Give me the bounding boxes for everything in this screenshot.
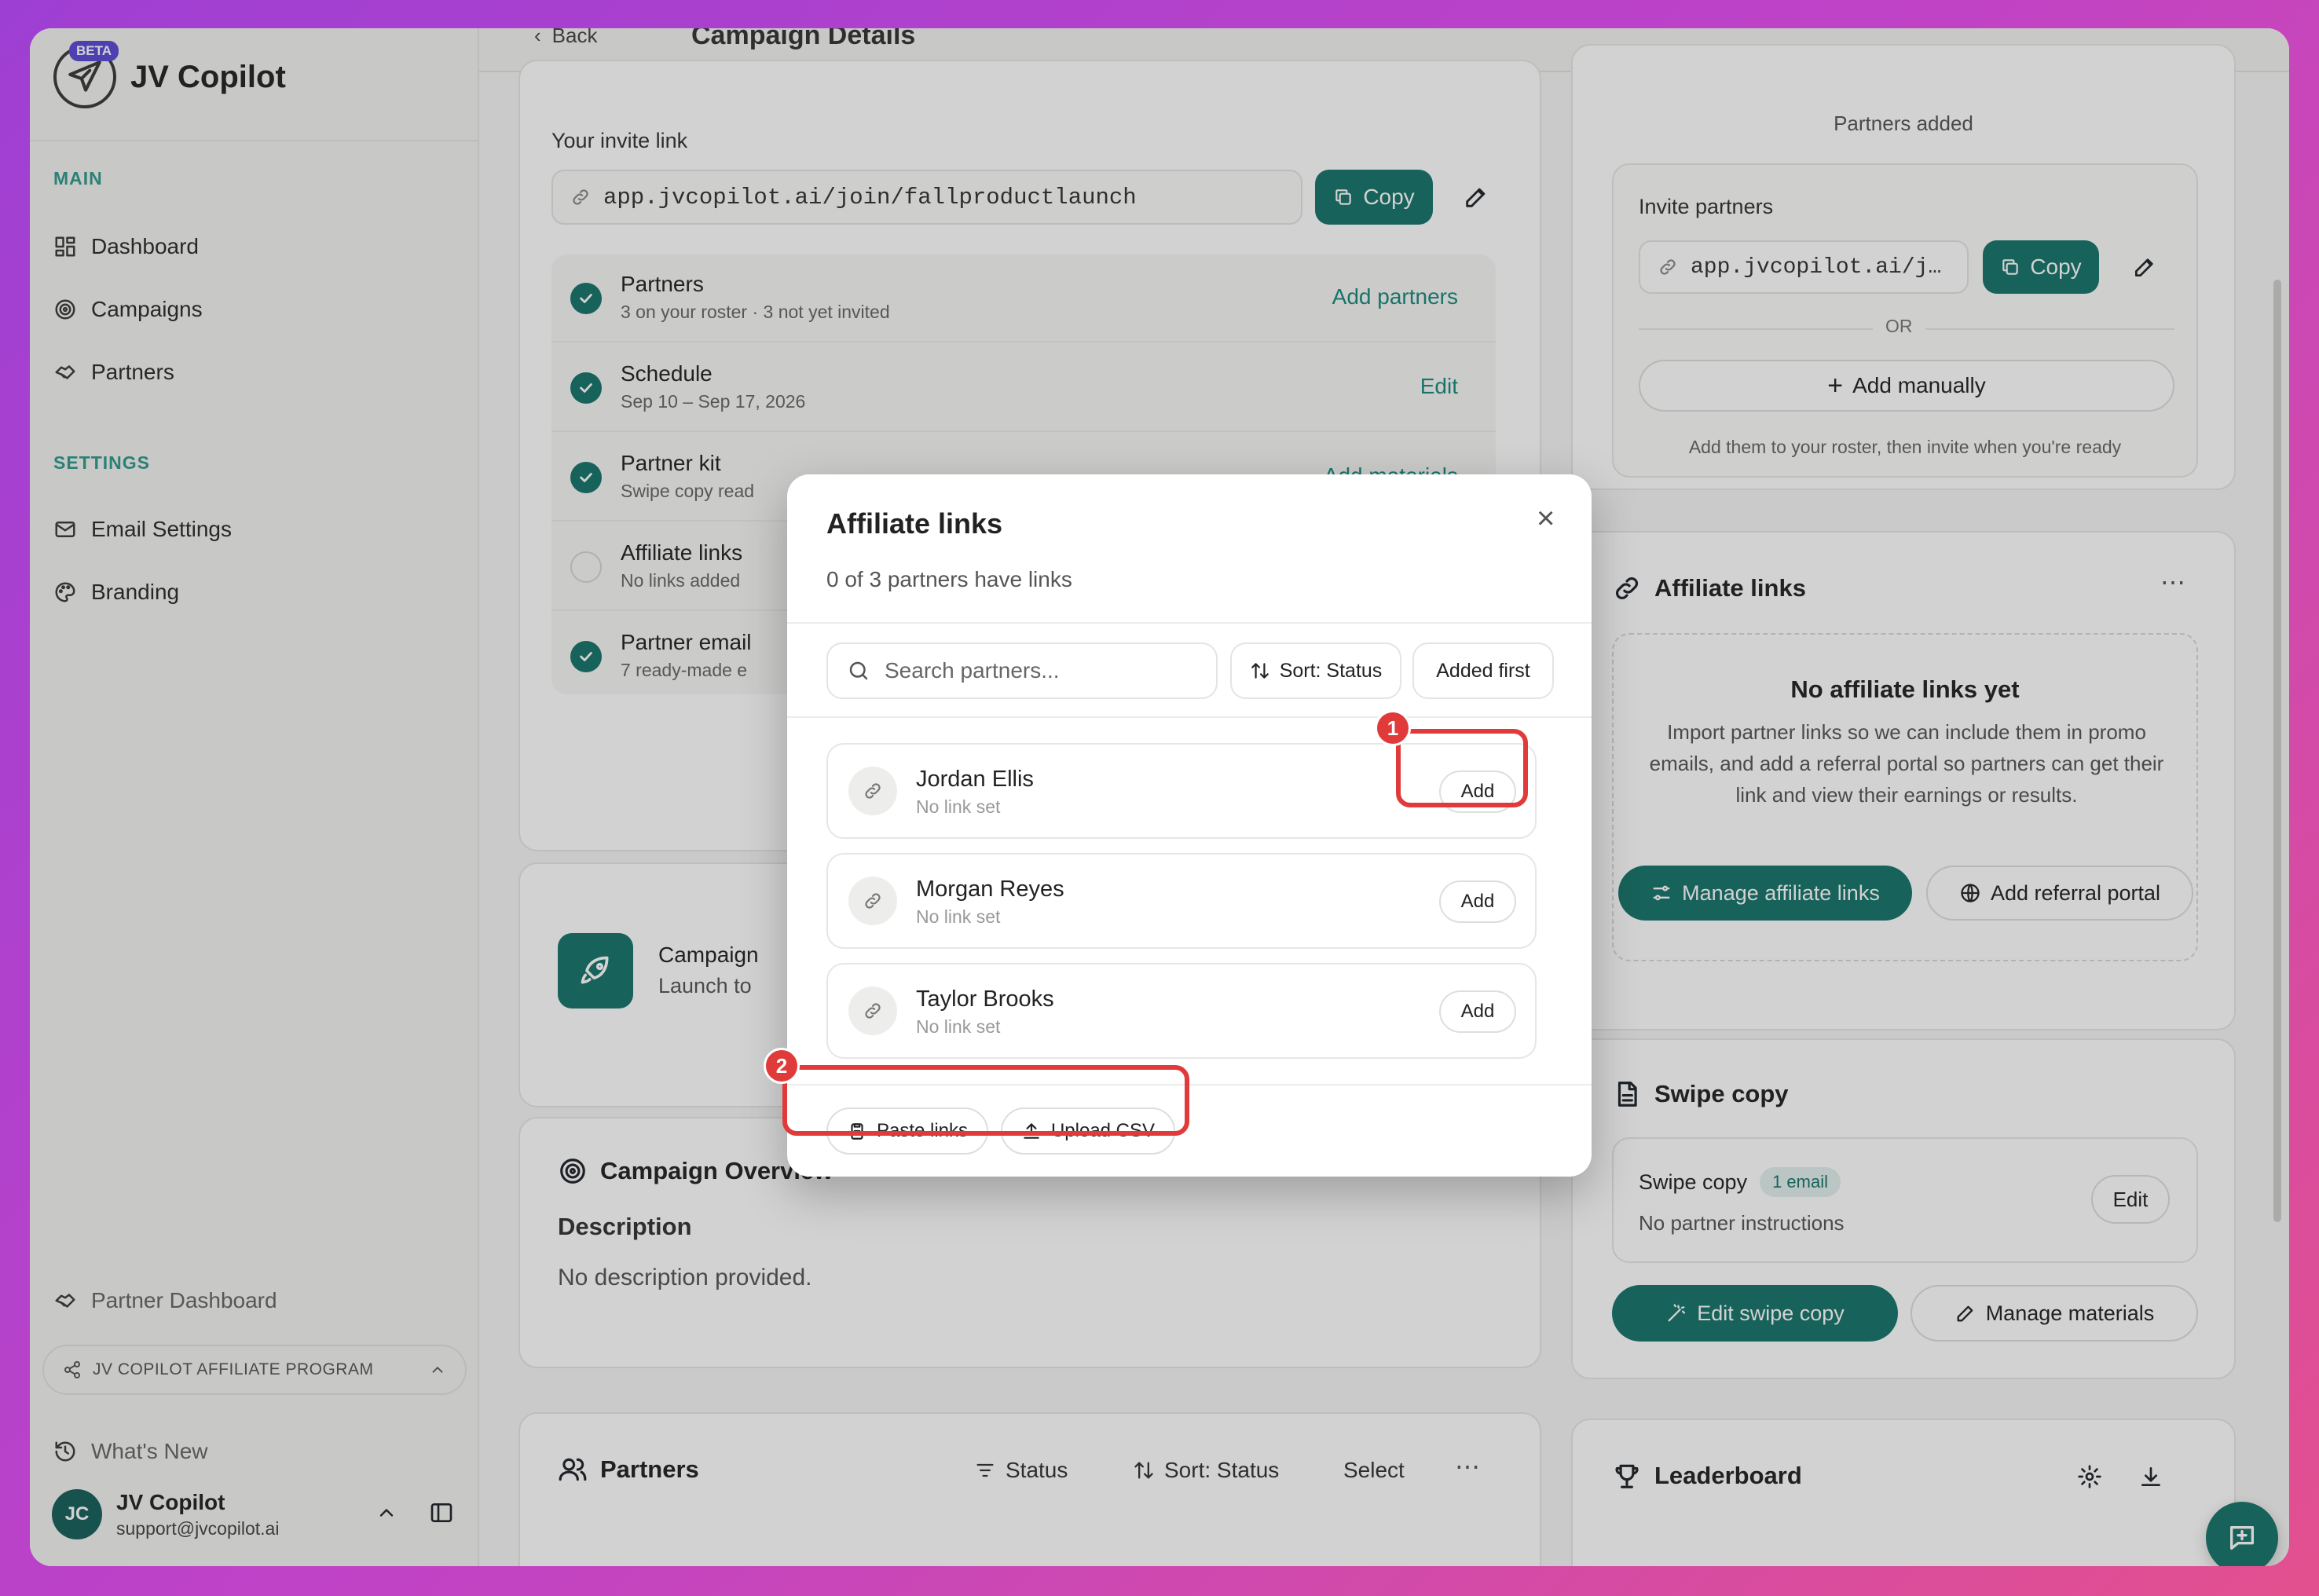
search-icon — [849, 661, 868, 680]
sort-icon — [1251, 663, 1269, 679]
partner-row: Taylor Brooks No link set Add — [826, 963, 1537, 1059]
sort-label: Sort: Status — [1279, 659, 1383, 682]
add-link-button[interactable]: Add — [1439, 880, 1516, 923]
add-link-button[interactable]: Add — [1439, 990, 1516, 1033]
highlight-box-add — [1396, 729, 1528, 807]
link-icon — [848, 877, 897, 925]
partner-link-status: No link set — [916, 796, 1001, 817]
link-icon — [848, 767, 897, 815]
annotation-badge-2: 2 — [764, 1048, 800, 1084]
link-icon — [848, 987, 897, 1035]
annotation-badge-1: 1 — [1375, 710, 1411, 746]
search-input[interactable]: Search partners... — [826, 642, 1218, 699]
modal-subtitle: 0 of 3 partners have links — [826, 567, 1072, 591]
app-window: BETA JV Copilot MAIN Dashboard Campaigns… — [30, 28, 2289, 1566]
partner-name: Jordan Ellis — [916, 767, 1034, 792]
divider — [787, 716, 1592, 718]
partner-name: Taylor Brooks — [916, 987, 1054, 1012]
divider — [787, 622, 1592, 624]
partner-link-status: No link set — [916, 1016, 1001, 1037]
order-button[interactable]: Added first — [1412, 642, 1554, 699]
modal-title: Affiliate links — [826, 507, 1003, 540]
partner-name: Morgan Reyes — [916, 877, 1064, 902]
partner-link-status: No link set — [916, 906, 1001, 927]
partner-row: Morgan Reyes No link set Add — [826, 853, 1537, 949]
close-icon[interactable]: × — [1537, 503, 1555, 534]
sort-status-button[interactable]: Sort: Status — [1230, 642, 1401, 699]
highlight-box-actions — [782, 1065, 1189, 1136]
search-placeholder: Search partners... — [885, 658, 1060, 683]
